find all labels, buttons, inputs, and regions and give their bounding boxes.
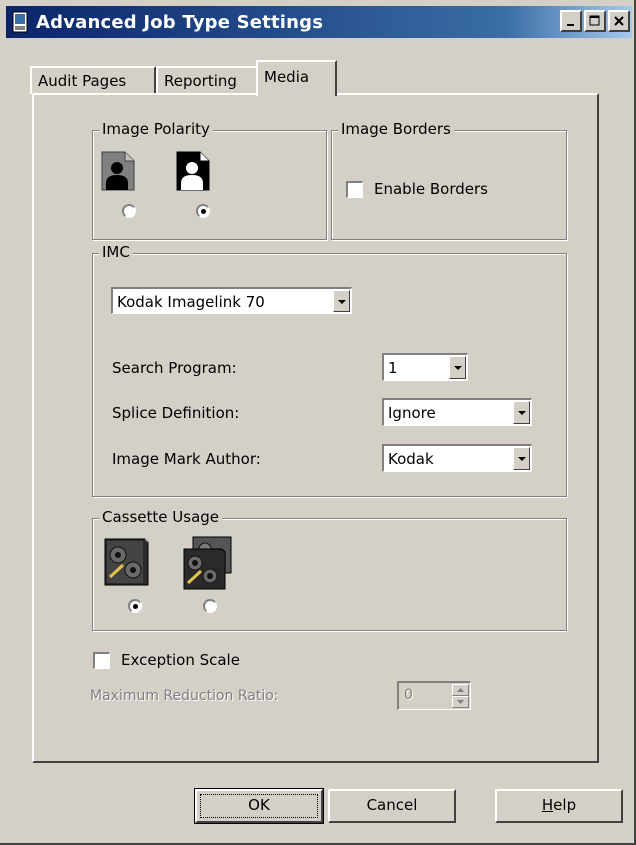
chevron-down-icon[interactable] xyxy=(513,401,530,424)
image-borders-legend: Image Borders xyxy=(338,120,454,138)
tab-reporting[interactable]: Reporting xyxy=(156,66,258,94)
dialog-window: Advanced Job Type Settings Audit Pages R… xyxy=(0,0,636,845)
cancel-button[interactable]: Cancel xyxy=(328,789,456,823)
focus-rect xyxy=(200,794,318,818)
chevron-down-icon[interactable] xyxy=(449,356,466,379)
exception-scale-checkbox[interactable] xyxy=(93,652,110,669)
maximize-button[interactable] xyxy=(584,10,606,32)
search-program-value: 1 xyxy=(388,359,398,377)
image-mark-author-select[interactable]: Kodak xyxy=(382,444,532,472)
cassette-single-radio[interactable] xyxy=(128,599,142,613)
ok-button[interactable]: OK xyxy=(194,788,324,824)
close-button[interactable] xyxy=(608,10,630,32)
tab-media[interactable]: Media xyxy=(256,60,337,96)
polarity-negative-radio[interactable] xyxy=(122,204,136,218)
chevron-down-icon[interactable] xyxy=(513,447,530,470)
image-mark-author-value: Kodak xyxy=(388,450,434,468)
search-program-label: Search Program: xyxy=(112,359,237,377)
image-polarity-legend: Image Polarity xyxy=(99,120,213,138)
title-bar[interactable]: Advanced Job Type Settings xyxy=(6,6,632,38)
help-button[interactable]: Help xyxy=(495,789,623,823)
max-reduction-ratio-value: 0 xyxy=(404,687,413,703)
imc-group: IMC Kodak Imagelink 70 Search Program: 1… xyxy=(92,243,567,497)
cassette-usage-group: Cassette Usage xyxy=(92,508,567,631)
polarity-positive-radio[interactable] xyxy=(196,204,210,218)
spinner-up-icon xyxy=(452,684,469,696)
positive-person-icon xyxy=(176,151,210,195)
splice-definition-select[interactable]: Ignore xyxy=(382,398,532,426)
minimize-icon xyxy=(567,24,574,26)
media-tab-panel: Image Polarity Image Borders Enable Bord… xyxy=(32,93,599,763)
minimize-button[interactable] xyxy=(560,10,582,32)
cassette-usage-legend: Cassette Usage xyxy=(99,508,223,526)
splice-definition-value: Ignore xyxy=(388,404,436,422)
chevron-down-icon[interactable] xyxy=(333,290,350,312)
enable-borders-checkbox[interactable] xyxy=(346,181,363,198)
enable-borders-label: Enable Borders xyxy=(374,180,488,198)
single-cassette-icon xyxy=(101,535,151,593)
image-polarity-group: Image Polarity xyxy=(92,120,327,240)
negative-person-icon xyxy=(101,151,135,195)
spinner-down-icon xyxy=(452,696,469,708)
image-mark-author-label: Image Mark Author: xyxy=(112,450,261,468)
max-reduction-ratio-label: Maximum Reduction Ratio: xyxy=(90,688,279,704)
imc-device-select[interactable]: Kodak Imagelink 70 xyxy=(111,287,352,314)
tab-audit-pages[interactable]: Audit Pages xyxy=(30,66,156,94)
double-cassette-icon xyxy=(181,535,235,595)
cassette-double-radio[interactable] xyxy=(203,599,217,613)
exception-scale-label: Exception Scale xyxy=(121,651,240,669)
close-icon xyxy=(614,16,624,26)
search-program-select[interactable]: 1 xyxy=(382,353,468,381)
image-borders-group: Image Borders Enable Borders xyxy=(331,120,567,240)
splice-definition-label: Splice Definition: xyxy=(112,404,240,422)
imc-legend: IMC xyxy=(99,243,133,261)
max-reduction-ratio-spinner: 0 xyxy=(397,681,471,710)
app-icon xyxy=(12,11,28,33)
imc-device-value: Kodak Imagelink 70 xyxy=(117,293,265,311)
window-title: Advanced Job Type Settings xyxy=(36,11,324,33)
maximize-icon xyxy=(589,15,600,26)
